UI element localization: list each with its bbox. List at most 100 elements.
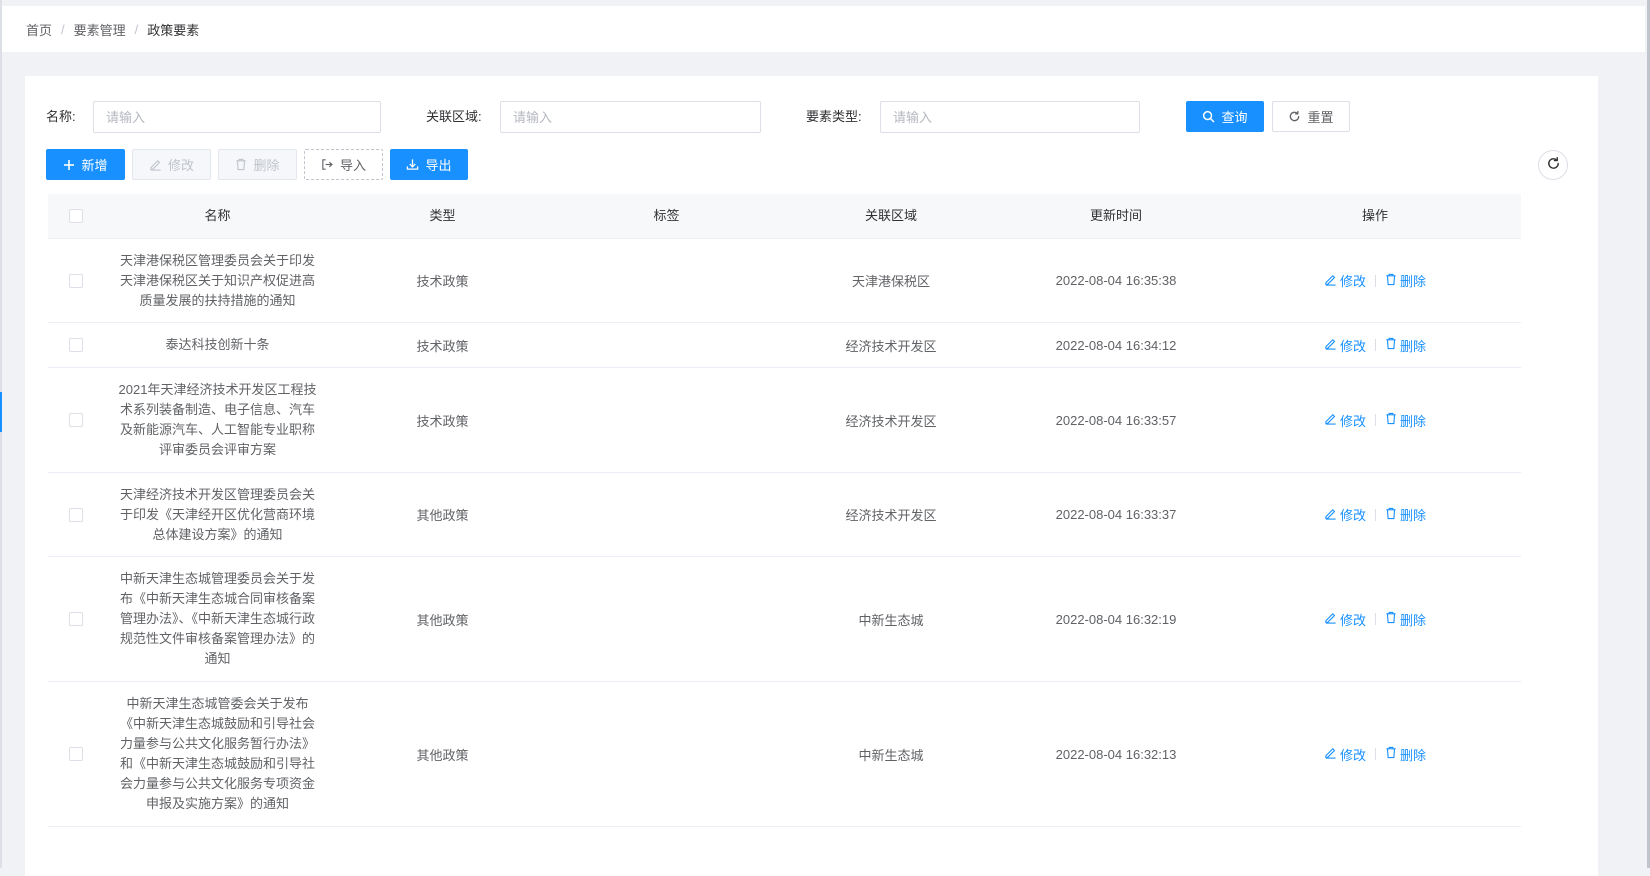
cell-tag bbox=[554, 557, 779, 681]
cell-name: 泰达科技创新十条 bbox=[104, 323, 331, 367]
select-all-checkbox[interactable] bbox=[69, 209, 83, 223]
pencil-icon bbox=[1324, 507, 1337, 523]
delete-button[interactable]: 删除 bbox=[218, 149, 297, 180]
cell-name: 天津经济技术开发区管理委员会关于印发《天津经开区优化营商环境总体建设方案》的通知 bbox=[104, 473, 331, 556]
row-edit-link[interactable]: 修改 bbox=[1324, 745, 1366, 764]
row-select-cell bbox=[48, 473, 104, 556]
search-form: 名称: 关联区域: 要素类型: 查询 重置 bbox=[25, 101, 1598, 133]
cell-region-text: 中新生态城 bbox=[858, 612, 924, 628]
cell-updated: 2022-08-04 16:33:37 bbox=[1003, 473, 1229, 556]
header-updated[interactable]: 更新时间 bbox=[1003, 194, 1229, 238]
row-delete-link[interactable]: 删除 bbox=[1385, 745, 1426, 764]
row-checkbox[interactable] bbox=[69, 273, 83, 288]
row-checkbox[interactable] bbox=[69, 507, 83, 522]
row-delete-label: 删除 bbox=[1400, 612, 1427, 628]
row-actions-cell: 修改 删除 bbox=[1229, 323, 1521, 367]
row-edit-link[interactable]: 修改 bbox=[1324, 610, 1366, 629]
refresh-button[interactable] bbox=[1538, 150, 1568, 180]
header-name[interactable]: 名称 bbox=[104, 194, 331, 238]
region-input[interactable] bbox=[500, 101, 761, 133]
row-delete-link[interactable]: 删除 bbox=[1385, 411, 1426, 430]
cell-updated: 2022-08-04 16:32:13 bbox=[1003, 682, 1229, 826]
add-button[interactable]: 新增 bbox=[46, 149, 125, 180]
cell-name-text: 2021年天津经济技术开发区工程技术系列装备制造、电子信息、汽车及新能源汽车、人… bbox=[118, 382, 317, 457]
row-edit-label: 修改 bbox=[1339, 508, 1366, 523]
row-delete-label: 删除 bbox=[1400, 413, 1427, 429]
row-edit-link[interactable]: 修改 bbox=[1324, 411, 1366, 430]
name-input[interactable] bbox=[93, 101, 381, 133]
row-delete-link[interactable]: 删除 bbox=[1385, 336, 1426, 355]
table-row: 中新天津生态城管理委员会关于发布《中新天津生态城合同审核备案管理办法》、《中新天… bbox=[48, 557, 1521, 682]
row-checkbox[interactable] bbox=[69, 747, 83, 761]
row-edit-label: 修改 bbox=[1339, 338, 1366, 354]
pencil-icon bbox=[1324, 337, 1337, 353]
breadcrumb-element-management[interactable]: 要素管理 bbox=[74, 20, 126, 39]
action-divider bbox=[1375, 414, 1376, 426]
left-scroll-accent bbox=[0, 392, 2, 432]
element-type-label: 要素类型: bbox=[806, 109, 862, 124]
row-edit-link[interactable]: 修改 bbox=[1324, 271, 1366, 290]
row-delete-link[interactable]: 删除 bbox=[1385, 505, 1426, 524]
header-type[interactable]: 类型 bbox=[331, 194, 554, 238]
cell-name-text: 天津经济技术开发区管理委员会关于印发《天津经开区优化营商环境总体建设方案》的通知 bbox=[119, 486, 315, 542]
row-checkbox[interactable] bbox=[69, 612, 83, 626]
cell-region-text: 经济技术开发区 bbox=[845, 338, 937, 354]
row-select-cell bbox=[48, 239, 104, 322]
cell-region: 中新生态城 bbox=[779, 557, 1003, 681]
export-button[interactable]: 导出 bbox=[390, 149, 468, 180]
reset-button[interactable]: 重置 bbox=[1272, 101, 1350, 132]
element-type-input[interactable] bbox=[880, 101, 1140, 133]
row-edit-label: 修改 bbox=[1339, 274, 1366, 289]
row-actions-cell: 修改 删除 bbox=[1229, 239, 1521, 322]
row-delete-label: 删除 bbox=[1400, 508, 1427, 523]
row-edit-label: 修改 bbox=[1339, 612, 1366, 628]
row-actions-cell: 修改 删除 bbox=[1229, 682, 1521, 826]
query-button-label: 查询 bbox=[1221, 110, 1248, 125]
action-divider bbox=[1375, 274, 1376, 287]
query-button[interactable]: 查询 bbox=[1186, 101, 1264, 132]
cell-updated-text: 2022-08-04 16:35:38 bbox=[1055, 273, 1177, 288]
cell-region: 天津港保税区 bbox=[779, 239, 1003, 322]
row-edit-link[interactable]: 修改 bbox=[1324, 336, 1366, 355]
cell-region: 中新生态城 bbox=[779, 682, 1003, 826]
cell-type-text: 其他政策 bbox=[416, 508, 469, 523]
cell-type: 技术政策 bbox=[331, 323, 554, 367]
cell-name-text: 中新天津生态城管委会关于发布《中新天津生态城鼓励和引导社会力量参与公共文化服务暂… bbox=[119, 696, 315, 811]
row-checkbox[interactable] bbox=[69, 413, 83, 427]
cell-name-text: 天津港保税区管理委员会关于印发天津港保税区关于知识产权促进高质量发展的扶持措施的… bbox=[119, 252, 315, 308]
cell-region-text: 经济技术开发区 bbox=[845, 508, 937, 523]
row-edit-link[interactable]: 修改 bbox=[1324, 505, 1366, 524]
cell-tag bbox=[554, 682, 779, 826]
pencil-icon bbox=[1324, 273, 1337, 289]
row-edit-label: 修改 bbox=[1339, 413, 1366, 429]
import-icon bbox=[321, 158, 334, 171]
edit-button[interactable]: 修改 bbox=[132, 149, 211, 180]
breadcrumb-home[interactable]: 首页 bbox=[26, 20, 52, 39]
row-actions-cell: 修改 删除 bbox=[1229, 368, 1521, 472]
cell-tag bbox=[554, 368, 779, 472]
row-delete-link[interactable]: 删除 bbox=[1385, 610, 1426, 629]
header-tag[interactable]: 标签 bbox=[554, 194, 779, 238]
cell-type-text: 其他政策 bbox=[416, 612, 469, 628]
import-button-label: 导入 bbox=[339, 158, 366, 173]
action-divider bbox=[1375, 508, 1376, 521]
cell-tag bbox=[554, 239, 779, 322]
cell-name: 天津港保税区管理委员会关于印发天津港保税区关于知识产权促进高质量发展的扶持措施的… bbox=[104, 239, 331, 322]
import-button[interactable]: 导入 bbox=[304, 149, 383, 180]
row-delete-link[interactable]: 删除 bbox=[1385, 271, 1426, 290]
cell-type: 其他政策 bbox=[331, 682, 554, 826]
table-row: 泰达科技创新十条 技术政策 经济技术开发区 2022-08-04 16:34:12 修改… bbox=[48, 323, 1521, 368]
row-checkbox[interactable] bbox=[69, 338, 83, 352]
table-row: 2021年天津经济技术开发区工程技术系列装备制造、电子信息、汽车及新能源汽车、人… bbox=[48, 368, 1521, 473]
table-header: 名称 类型 标签 关联区域 更新时间 操作 bbox=[48, 194, 1521, 239]
row-select-cell bbox=[48, 368, 104, 472]
cell-name: 中新天津生态城管委会关于发布《中新天津生态城鼓励和引导社会力量参与公共文化服务暂… bbox=[104, 682, 331, 826]
table-row: 天津经济技术开发区管理委员会关于印发《天津经开区优化营商环境总体建设方案》的通知… bbox=[48, 473, 1521, 557]
cell-name: 2021年天津经济技术开发区工程技术系列装备制造、电子信息、汽车及新能源汽车、人… bbox=[104, 368, 331, 472]
pencil-icon bbox=[1324, 611, 1337, 627]
header-region[interactable]: 关联区域 bbox=[779, 194, 1003, 238]
edit-button-label: 修改 bbox=[167, 158, 194, 173]
trash-icon bbox=[1385, 273, 1397, 289]
policy-table: 名称 类型 标签 关联区域 更新时间 操作 天津港保税区管理委员会关于印发天津港… bbox=[48, 194, 1521, 827]
breadcrumb-policy-elements: 政策要素 bbox=[147, 22, 200, 38]
